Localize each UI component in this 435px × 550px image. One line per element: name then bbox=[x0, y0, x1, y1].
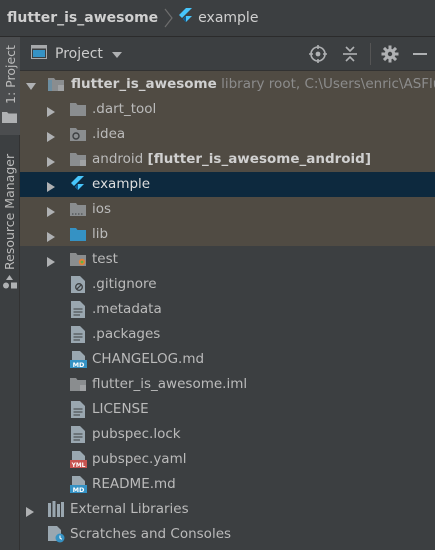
collapsed-arrow-icon bbox=[47, 180, 57, 192]
flutter-icon bbox=[70, 176, 86, 192]
collapsed-arrow-icon bbox=[47, 255, 57, 267]
window-icon bbox=[31, 44, 47, 63]
locate-icon[interactable] bbox=[307, 43, 329, 65]
breadcrumb-separator-icon bbox=[164, 8, 173, 28]
tree-item-test[interactable]: test bbox=[20, 247, 435, 272]
collapsed-arrow-icon bbox=[47, 155, 57, 167]
folder-icon bbox=[70, 102, 86, 118]
module-folder-icon bbox=[48, 77, 64, 93]
tree-item-lib[interactable]: lib bbox=[20, 222, 435, 247]
tree-item-scratches[interactable]: Scratches and Consoles bbox=[20, 522, 435, 547]
tree-item-label: .dart_tool bbox=[92, 101, 157, 117]
chevron-down-icon bbox=[111, 46, 122, 62]
flutter-icon bbox=[178, 8, 193, 28]
module-file-icon bbox=[70, 377, 86, 393]
breadcrumb: flutter_is_awesome example bbox=[0, 0, 435, 37]
ignore-file-icon bbox=[71, 276, 87, 293]
tree-item-pubspec-yaml[interactable]: YML pubspec.yaml bbox=[20, 447, 435, 472]
view-selector[interactable]: Project bbox=[31, 44, 122, 63]
tree-item-gitignore[interactable]: .gitignore bbox=[20, 272, 435, 297]
tree-item-example[interactable]: example bbox=[20, 172, 435, 197]
tree-item-label: External Libraries bbox=[70, 501, 189, 517]
tree-item-readme[interactable]: MD README.md bbox=[20, 472, 435, 497]
project-panel-header: Project bbox=[20, 37, 435, 71]
config-folder-icon bbox=[70, 127, 86, 143]
project-tab-label: 1: Project bbox=[3, 45, 18, 104]
breadcrumb-child-label: example bbox=[198, 10, 259, 26]
view-selector-label: Project bbox=[55, 45, 103, 62]
text-file-icon bbox=[71, 326, 87, 343]
tree-item-label: android [flutter_is_awesome_android] bbox=[92, 151, 371, 167]
svg-text:MD: MD bbox=[73, 486, 85, 493]
module-folder-icon bbox=[70, 152, 86, 168]
project-tree: flutter_is_awesome library root, C:\User… bbox=[20, 71, 435, 550]
svg-text:YML: YML bbox=[71, 463, 86, 468]
tree-item-label: .idea bbox=[92, 126, 126, 142]
shapes-icon bbox=[2, 274, 17, 293]
expanded-arrow-icon bbox=[26, 80, 36, 90]
collapsed-arrow-icon bbox=[47, 105, 57, 117]
tree-item-label: pubspec.lock bbox=[92, 426, 181, 442]
tree-item-label: README.md bbox=[92, 476, 176, 492]
tree-item-label: CHANGELOG.md bbox=[92, 351, 205, 367]
markdown-file-icon: MD bbox=[70, 476, 87, 494]
markdown-file-icon: MD bbox=[70, 351, 87, 369]
text-file-icon bbox=[71, 426, 87, 443]
tree-item-license[interactable]: LICENSE bbox=[20, 397, 435, 422]
tree-item-label: .gitignore bbox=[92, 276, 157, 292]
tab-project[interactable]: 1: Project bbox=[0, 37, 20, 135]
collapsed-arrow-icon bbox=[26, 505, 36, 517]
tree-item-iml[interactable]: flutter_is_awesome.iml bbox=[20, 372, 435, 397]
collapsed-arrow-icon bbox=[47, 230, 57, 242]
tree-item-label: Scratches and Consoles bbox=[70, 526, 232, 542]
svg-text:MD: MD bbox=[73, 361, 85, 368]
collapsed-arrow-icon bbox=[47, 130, 57, 142]
tree-root-label: flutter_is_awesome library root, C:\User… bbox=[71, 76, 435, 92]
scratch-console-icon bbox=[48, 526, 65, 543]
tree-item-label: .metadata bbox=[92, 301, 162, 317]
collapse-all-icon[interactable] bbox=[339, 43, 361, 65]
test-folder-icon bbox=[70, 252, 86, 268]
tree-item-pubspec-lock[interactable]: pubspec.lock bbox=[20, 422, 435, 447]
source-folder-icon bbox=[70, 227, 86, 243]
library-icon bbox=[48, 501, 64, 517]
tree-item-external-libraries[interactable]: External Libraries bbox=[20, 497, 435, 522]
collapsed-arrow-icon bbox=[47, 205, 57, 217]
tree-item-label: lib bbox=[92, 226, 109, 242]
tab-resource-manager[interactable]: Resource Manager bbox=[0, 154, 20, 295]
yaml-file-icon: YML bbox=[70, 451, 87, 469]
tree-item-ios[interactable]: ios bbox=[20, 197, 435, 222]
tree-item-label: .packages bbox=[92, 326, 161, 342]
folder-icon bbox=[2, 111, 17, 127]
tree-item-idea[interactable]: .idea bbox=[20, 122, 435, 147]
resource-tab-label: Resource Manager bbox=[2, 153, 17, 270]
text-file-icon bbox=[71, 401, 87, 418]
tree-item-android[interactable]: android [flutter_is_awesome_android] bbox=[20, 147, 435, 172]
tree-item-label: LICENSE bbox=[92, 401, 149, 417]
header-toolbar bbox=[307, 37, 435, 71]
gear-icon[interactable] bbox=[379, 43, 401, 65]
tree-item-label: pubspec.yaml bbox=[92, 451, 187, 467]
minimize-icon[interactable] bbox=[409, 43, 431, 65]
tree-item-label: flutter_is_awesome.iml bbox=[92, 376, 248, 392]
tree-item-metadata[interactable]: .metadata bbox=[20, 297, 435, 322]
text-file-icon bbox=[71, 301, 87, 318]
folder-icon bbox=[70, 202, 86, 218]
tree-item-label: example bbox=[92, 176, 151, 192]
header-divider bbox=[370, 43, 371, 65]
tree-root[interactable]: flutter_is_awesome library root, C:\User… bbox=[20, 72, 435, 97]
breadcrumb-item-example[interactable]: example bbox=[178, 8, 258, 28]
tree-item-packages[interactable]: .packages bbox=[20, 322, 435, 347]
tree-item-label: test bbox=[92, 251, 118, 267]
tree-item-label: ios bbox=[92, 201, 112, 217]
breadcrumb-root[interactable]: flutter_is_awesome bbox=[7, 10, 158, 26]
tree-item-dart-tool[interactable]: .dart_tool bbox=[20, 97, 435, 122]
tree-item-changelog[interactable]: MD CHANGELOG.md bbox=[20, 347, 435, 372]
